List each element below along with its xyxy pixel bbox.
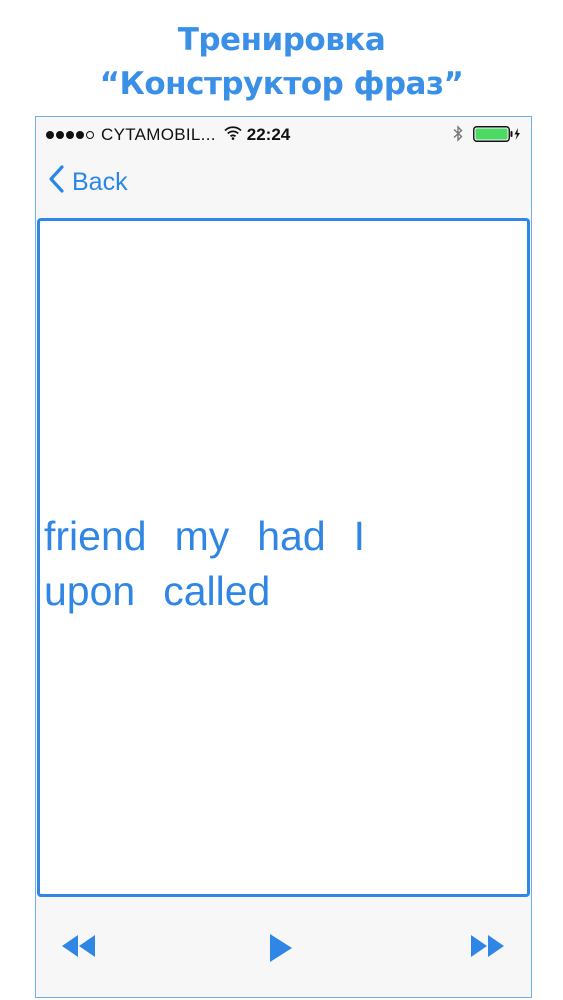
phrase-area: friend my had Iupon called [37, 218, 530, 897]
status-left: CYTAMOBIL... 22:24 [46, 125, 290, 145]
play-icon[interactable] [268, 933, 294, 968]
status-right [453, 125, 521, 147]
back-button[interactable]: Back [48, 165, 128, 200]
status-bar: CYTAMOBIL... 22:24 [36, 117, 531, 151]
word-tile[interactable]: I [354, 509, 365, 564]
promo-title-line-1: Тренировка [177, 22, 386, 58]
signal-strength-icon [46, 131, 96, 139]
rewind-icon[interactable] [60, 933, 98, 964]
signal-dot [86, 131, 94, 139]
screenshot-page: Тренировка “Конструктор фраз” CYTAMOBIL.… [0, 0, 563, 1000]
bluetooth-icon [453, 125, 463, 147]
playback-toolbar [36, 899, 531, 997]
promo-title-line-2: “Конструктор фраз” [99, 66, 464, 102]
wifi-icon [224, 125, 242, 145]
word-tile[interactable]: called [163, 564, 270, 619]
signal-dot [76, 131, 84, 139]
battery-icon [473, 125, 521, 147]
signal-dot [46, 131, 54, 139]
word-tile[interactable]: my [175, 509, 230, 564]
fast-forward-icon[interactable] [468, 933, 506, 964]
status-time: 22:24 [246, 125, 291, 144]
phrase-words: friend my had Iupon called [44, 509, 514, 619]
navigation-bar: Back [36, 151, 531, 217]
chevron-left-icon [48, 165, 64, 200]
word-tile[interactable]: friend [44, 509, 147, 564]
phone-screen: CYTAMOBIL... 22:24 Back friend my had I … [35, 116, 532, 998]
word-tile[interactable]: had [257, 509, 325, 564]
promo-title: Тренировка “Конструктор фраз” [0, 18, 563, 106]
signal-dot [66, 131, 74, 139]
carrier-name: CYTAMOBIL... [101, 125, 216, 144]
word-tile[interactable]: upon [44, 564, 135, 619]
back-button-label: Back [72, 168, 128, 196]
signal-dot [56, 131, 64, 139]
